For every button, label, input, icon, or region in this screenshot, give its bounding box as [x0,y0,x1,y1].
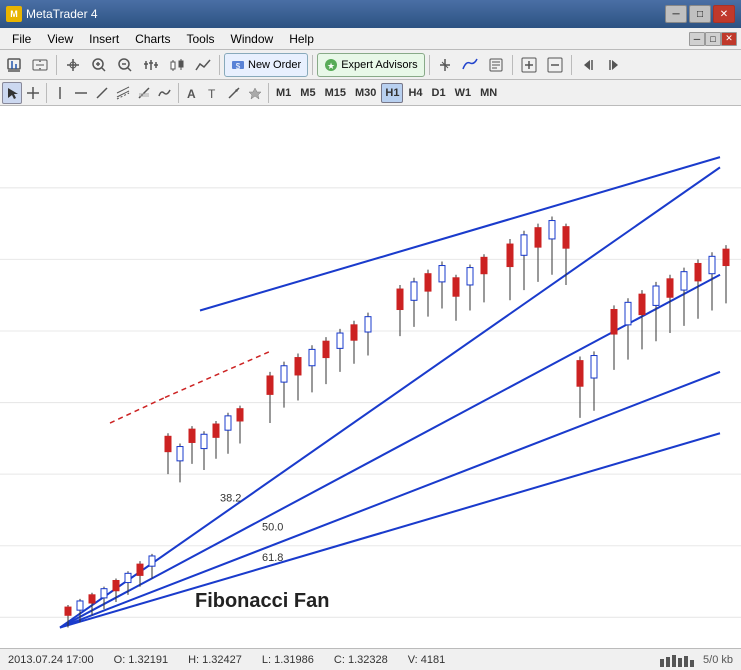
toolbar2: A T M1 M5 M15 M30 H1 H4 D1 W1 MN [0,80,741,106]
fib-label-618: 61.8 [262,552,283,564]
tb-zoom-out2[interactable] [543,53,567,77]
tb-zoom-in[interactable] [87,53,111,77]
tb-indicators[interactable] [458,53,482,77]
sep5 [512,55,513,75]
toolbar1: $ New Order ★ Expert Advisors [0,50,741,80]
tool-trendline[interactable] [92,82,112,104]
tool-cursor[interactable] [2,82,22,104]
status-high: H: 1.32427 [188,654,242,666]
inner-restore[interactable]: □ [705,32,721,46]
expert-advisors-button[interactable]: ★ Expert Advisors [317,53,424,77]
tb-zoom-out[interactable] [113,53,137,77]
inner-minimize[interactable]: ─ [689,32,705,46]
sep-t3 [268,83,269,103]
sep2 [219,55,220,75]
sep6 [571,55,572,75]
tb-zoom-in2[interactable] [517,53,541,77]
tb-scroll-right[interactable] [602,53,626,77]
chart-svg: 38.2 50.0 61.8 Fibonacci Fan [0,106,741,648]
sep1 [56,55,57,75]
period-m15[interactable]: M15 [321,83,350,103]
tb-period-sep[interactable] [434,53,456,77]
menu-window[interactable]: Window [223,30,282,48]
tb-bars[interactable] [139,53,163,77]
menu-view[interactable]: View [39,30,81,48]
status-close: C: 1.32328 [334,654,388,666]
period-d1[interactable]: D1 [428,83,450,103]
period-m5[interactable]: M5 [296,83,319,103]
status-bar: 2013.07.24 17:00 O: 1.32191 H: 1.32427 L… [0,648,741,670]
menu-bar: File View Insert Charts Tools Window Hel… [0,28,741,50]
tb-template[interactable] [484,53,508,77]
svg-text:T: T [208,87,216,100]
chart-area[interactable]: 38.2 50.0 61.8 Fibonacci Fan [0,106,741,648]
status-low: L: 1.31986 [262,654,314,666]
sep-t1 [46,83,47,103]
expert-advisors-label: Expert Advisors [341,59,417,71]
tool-text-T[interactable]: T [203,82,223,104]
menu-file[interactable]: File [4,30,39,48]
svg-text:A: A [187,87,196,100]
period-w1[interactable]: W1 [451,83,476,103]
tool-wave[interactable] [155,82,175,104]
tb-line[interactable] [191,53,215,77]
menu-help[interactable]: Help [281,30,322,48]
tb-scroll-left[interactable] [576,53,600,77]
tb-new-chart[interactable] [2,53,26,77]
bar-chart-icon [660,653,700,667]
tool-channel[interactable] [113,82,133,104]
tb-candles[interactable] [165,53,189,77]
minimize-button[interactable]: ─ [665,5,687,23]
sep3 [312,55,313,75]
menu-insert[interactable]: Insert [81,30,127,48]
fib-label-50: 50.0 [262,521,283,533]
svg-text:$: $ [236,62,241,71]
tool-fib[interactable] [134,82,154,104]
tool-text-A[interactable]: A [182,82,202,104]
period-h1[interactable]: H1 [381,83,403,103]
new-order-button[interactable]: $ New Order [224,53,308,77]
tool-arrow[interactable] [224,82,244,104]
period-mn[interactable]: MN [476,83,501,103]
close-button[interactable]: ✕ [713,5,735,23]
fib-label-382: 38.2 [220,493,241,505]
tb-profiles[interactable] [28,53,52,77]
period-h4[interactable]: H4 [404,83,426,103]
status-datetime: 2013.07.24 17:00 [8,654,94,666]
menu-charts[interactable]: Charts [127,30,178,48]
main-content: File View Insert Charts Tools Window Hel… [0,28,741,670]
maximize-button[interactable]: □ [689,5,711,23]
window-controls: ─ □ ✕ [665,5,735,23]
status-volume: V: 4181 [408,654,446,666]
status-open: O: 1.32191 [114,654,168,666]
period-m1[interactable]: M1 [272,83,295,103]
tool-hline[interactable] [71,82,91,104]
svg-text:★: ★ [327,61,335,71]
period-m30[interactable]: M30 [351,83,380,103]
app-title: MetaTrader 4 [26,7,98,21]
chart-main-label: Fibonacci Fan [195,590,329,612]
inner-close[interactable]: ✕ [721,32,737,46]
status-info: 5/0 kb [703,654,733,666]
tool-vline[interactable] [50,82,70,104]
new-order-label: New Order [248,59,301,71]
tb-crosshair[interactable] [61,53,85,77]
title-bar: M MetaTrader 4 ─ □ ✕ [0,0,741,28]
sep4 [429,55,430,75]
menu-tools[interactable]: Tools [179,30,223,48]
tool-misc[interactable] [245,82,265,104]
sep-t2 [178,83,179,103]
tool-crosshair[interactable] [23,82,43,104]
